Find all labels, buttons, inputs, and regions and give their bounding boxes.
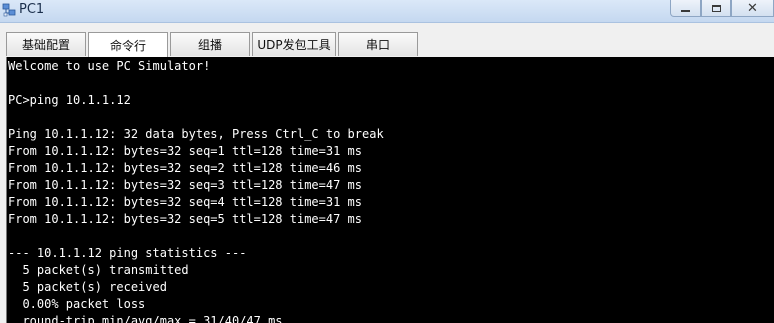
minimize-button[interactable] [670,0,701,17]
terminal-line: --- 10.1.1.12 ping statistics --- [8,246,247,260]
close-icon: ✕ [747,0,758,16]
terminal-line: Ping 10.1.1.12: 32 data bytes, Press Ctr… [8,127,384,141]
tab-command-line[interactable]: 命令行 [88,32,168,57]
window-title: PC1 [19,2,45,17]
tab-multicast[interactable]: 组播 [170,32,250,56]
terminal-output: Welcome to use PC Simulator! PC>ping 10.1… [7,57,774,323]
terminal-line: From 10.1.1.12: bytes=32 seq=3 ttl=128 t… [8,178,363,192]
tab-bar: 基础配置 命令行 组播 UDP发包工具 串口 [6,32,420,57]
window-client-area: 基础配置 命令行 组播 UDP发包工具 串口 Welcome to use PC… [0,23,774,323]
terminal-line: 5 packet(s) received [8,280,167,294]
terminal-line: 5 packet(s) transmitted [8,263,189,277]
terminal-line: From 10.1.1.12: bytes=32 seq=5 ttl=128 t… [8,212,363,226]
terminal-line: From 10.1.1.12: bytes=32 seq=2 ttl=128 t… [8,161,363,175]
maximize-icon [711,4,721,12]
minimize-icon [681,10,690,12]
terminal-line: round-trip min/avg/max = 31/40/47 ms [8,314,283,323]
command-line-terminal[interactable]: Welcome to use PC Simulator! PC>ping 10.1… [6,57,774,323]
maximize-button[interactable] [701,0,731,17]
terminal-line: From 10.1.1.12: bytes=32 seq=4 ttl=128 t… [8,195,363,209]
terminal-line: 0.00% packet loss [8,297,146,311]
terminal-line: Welcome to use PC Simulator! [8,59,211,73]
terminal-line: From 10.1.1.12: bytes=32 seq=1 ttl=128 t… [8,144,363,158]
tab-serial-port[interactable]: 串口 [338,32,418,56]
terminal-line: PC>ping 10.1.1.12 [8,93,131,107]
tab-basic-config[interactable]: 基础配置 [6,32,86,56]
title-bar[interactable]: PC1 ✕ [0,0,774,23]
close-button[interactable]: ✕ [731,0,774,17]
pc-network-icon [2,3,16,17]
tab-udp-tool[interactable]: UDP发包工具 [252,32,336,56]
